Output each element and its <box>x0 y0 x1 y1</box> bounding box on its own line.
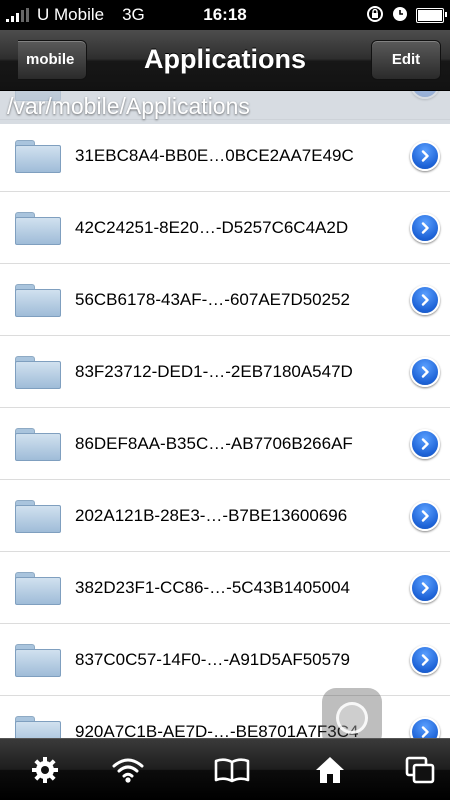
detail-disclosure-button[interactable] <box>410 285 440 315</box>
folder-icon <box>15 572 61 605</box>
folder-icon <box>15 140 61 173</box>
folder-icon <box>15 356 61 389</box>
detail-disclosure-button[interactable] <box>410 573 440 603</box>
folder-name: 86DEF8AA-B35C…-AB7706B266AF <box>75 434 353 453</box>
folder-row[interactable]: 202A121B-28E3-…-B7BE13600696 <box>0 480 450 552</box>
book-icon <box>214 757 250 782</box>
detail-disclosure-button[interactable] <box>410 357 440 387</box>
folder-icon <box>15 428 61 461</box>
chevron-right-icon <box>421 150 429 162</box>
assistive-touch-icon <box>336 702 368 734</box>
folder-name: 56CB6178-43AF-…-607AE7D50252 <box>75 290 351 309</box>
detail-disclosure-button[interactable] <box>410 141 440 171</box>
folder-row[interactable]: 83F23712-DED1-…-2EB7180A547D <box>0 336 450 408</box>
detail-disclosure-button[interactable] <box>410 717 440 738</box>
carrier-name: U Mobile <box>37 5 105 24</box>
folder-name: 83F23712-DED1-…-2EB7180A547D <box>75 362 353 381</box>
gear-icon <box>32 756 58 783</box>
folder-icon <box>15 644 61 677</box>
tab-home[interactable] <box>285 739 375 800</box>
folder-icon <box>15 284 61 317</box>
signal-strength-icon <box>6 8 29 22</box>
chevron-right-icon <box>421 726 429 738</box>
folder-row[interactable]: 837C0C57-14F0-…-A91D5AF50579 <box>0 624 450 696</box>
folder-list-content: 2D9A7BF1-4E10-…-816A0E4731EBC8A4-BB0E…0B… <box>0 91 450 738</box>
chevron-right-icon <box>421 294 429 306</box>
folder-row[interactable]: 382D23F1-CC86-…-5C43B1405004 <box>0 552 450 624</box>
windows-icon <box>405 756 435 783</box>
folder-name: 920A7C1B-AE7D-…-BE8701A7F3C4 <box>75 722 359 738</box>
folder-row[interactable]: 920A7C1B-AE7D-…-BE8701A7F3C4 <box>0 696 450 738</box>
folder-name: 31EBC8A4-BB0E…0BCE2AA7E49C <box>75 146 354 165</box>
folder-row[interactable]: 56CB6178-43AF-…-607AE7D50252 <box>0 264 450 336</box>
folder-name: 837C0C57-14F0-…-A91D5AF50579 <box>75 650 350 669</box>
back-button-label: mobile <box>26 51 75 68</box>
detail-disclosure-button[interactable] <box>410 429 440 459</box>
chevron-right-icon <box>421 654 429 666</box>
current-path-overlay: /var/mobile/Applications <box>0 91 450 124</box>
tab-wifi[interactable] <box>83 739 173 800</box>
tab-settings[interactable] <box>0 739 90 800</box>
network-type: 3G <box>122 5 145 24</box>
folder-name: 42C24251-8E20…-D5257C6C4A2D <box>75 218 349 237</box>
folder-row[interactable]: 31EBC8A4-BB0E…0BCE2AA7E49C <box>0 120 450 192</box>
alarm-clock-icon <box>392 6 408 25</box>
folder-list[interactable]: 2D9A7BF1-4E10-…-816A0E4731EBC8A4-BB0E…0B… <box>0 91 450 738</box>
tab-bookmarks[interactable] <box>187 739 277 800</box>
wifi-icon <box>112 758 144 783</box>
folder-icon <box>15 716 61 738</box>
folder-icon <box>15 500 61 533</box>
screen: U Mobile 3G 16:18 Applications mobile Ed… <box>0 0 450 800</box>
chevron-right-icon <box>421 582 429 594</box>
folder-icon <box>15 212 61 245</box>
chevron-right-icon <box>421 438 429 450</box>
tab-bar <box>0 738 450 800</box>
battery-icon <box>416 7 447 23</box>
navigation-bar: Applications mobile Edit <box>0 30 450 91</box>
chevron-right-icon <box>421 222 429 234</box>
rotation-lock-icon <box>366 5 384 26</box>
home-icon <box>316 756 344 783</box>
edit-button[interactable]: Edit <box>371 40 441 80</box>
folder-name: 202A121B-28E3-…-B7BE13600696 <box>75 506 348 525</box>
tab-windows[interactable] <box>375 739 450 800</box>
folder-row[interactable]: 86DEF8AA-B35C…-AB7706B266AF <box>0 408 450 480</box>
chevron-right-icon <box>421 510 429 522</box>
detail-disclosure-button[interactable] <box>410 645 440 675</box>
back-button[interactable]: mobile <box>18 40 88 80</box>
detail-disclosure-button[interactable] <box>410 501 440 531</box>
folder-name: 382D23F1-CC86-…-5C43B1405004 <box>75 578 350 597</box>
folder-row[interactable]: 42C24251-8E20…-D5257C6C4A2D <box>0 192 450 264</box>
chevron-right-icon <box>421 366 429 378</box>
status-bar: U Mobile 3G 16:18 <box>0 0 450 30</box>
detail-disclosure-button[interactable] <box>410 213 440 243</box>
